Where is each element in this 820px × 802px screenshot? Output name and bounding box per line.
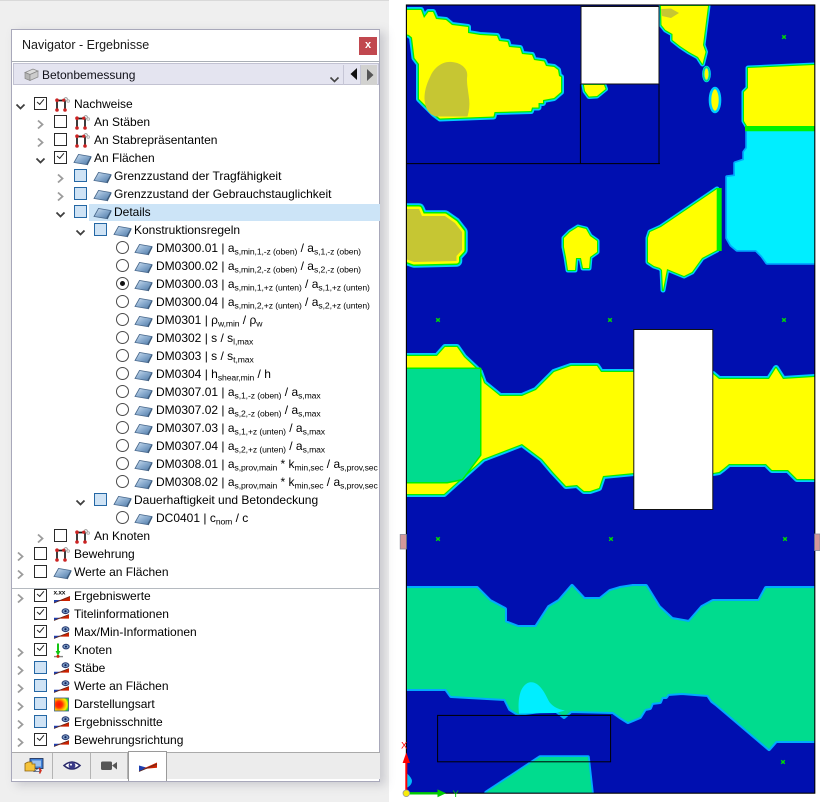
svg-text:X: X xyxy=(401,741,408,752)
svg-text:Y: Y xyxy=(453,789,460,800)
svg-text:x.xx: x.xx xyxy=(54,590,66,597)
